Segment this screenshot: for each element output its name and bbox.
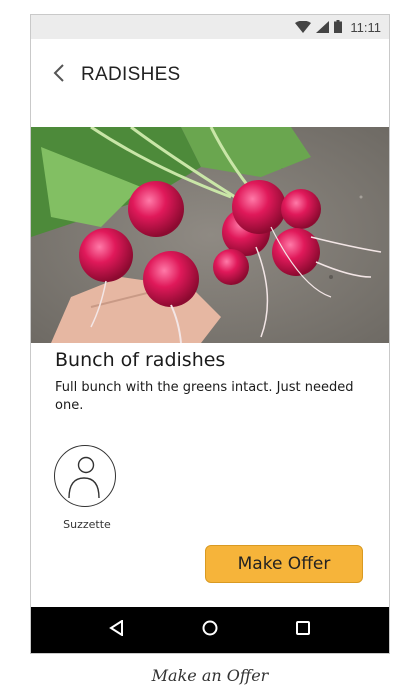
back-button[interactable] (39, 55, 79, 95)
user-avatar-icon (55, 456, 114, 506)
back-triangle-icon (109, 619, 125, 640)
radish-photo (31, 127, 389, 343)
android-nav-bar (31, 607, 389, 653)
wifi-icon (295, 18, 312, 37)
nav-back-button[interactable] (97, 610, 137, 650)
phone-screen: 11:11 RADISHES Bunch of radishes Full bu… (30, 14, 390, 654)
page-title: RADISHES (81, 64, 181, 85)
screen-caption: Make an Offer (151, 666, 269, 685)
make-offer-button[interactable]: Make Offer (205, 545, 363, 583)
recents-square-icon (295, 620, 311, 640)
signal-icon (316, 18, 330, 37)
item-description: Full bunch with the greens intact. Just … (55, 380, 354, 413)
app-bar: RADISHES (31, 39, 389, 111)
status-bar: 11:11 (31, 15, 389, 39)
item-title: Bunch of radishes (55, 349, 226, 371)
seller-avatar[interactable] (54, 445, 116, 507)
status-time: 11:11 (350, 19, 381, 35)
chevron-left-icon (53, 63, 65, 87)
seller-name: Suzzette (63, 518, 111, 531)
home-circle-icon (202, 620, 218, 640)
nav-home-button[interactable] (190, 610, 230, 650)
battery-icon (334, 18, 343, 37)
nav-recents-button[interactable] (283, 610, 323, 650)
